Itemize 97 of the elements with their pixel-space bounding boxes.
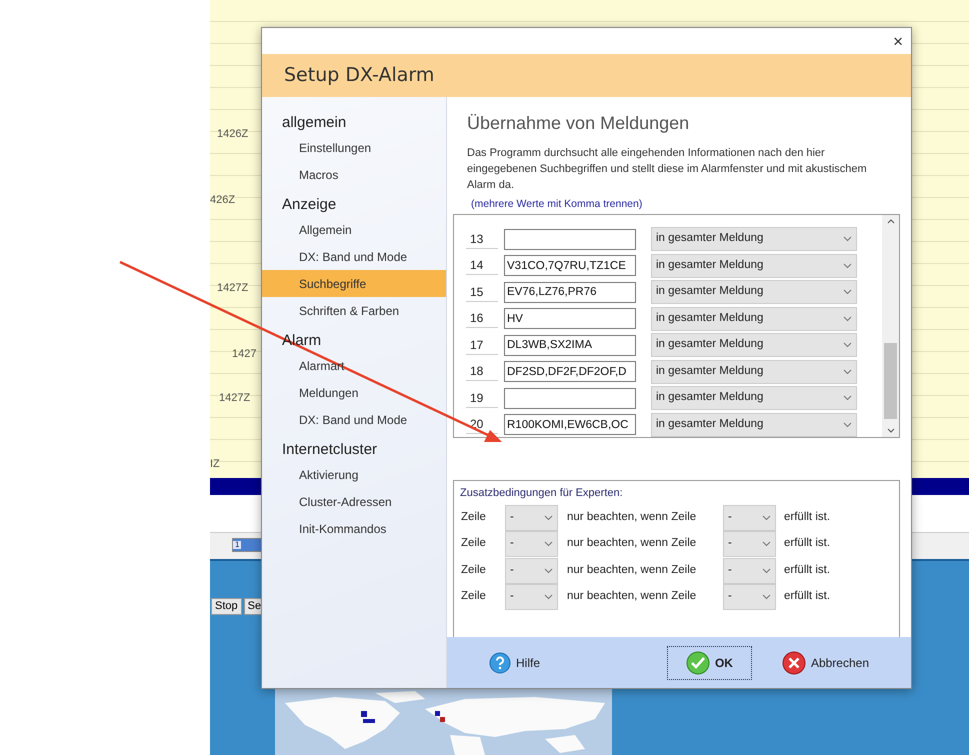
row-label: Zeile (460, 589, 487, 604)
time-text: IZ (210, 457, 220, 472)
row-label: Zeile (460, 510, 487, 525)
row-number: 19 (466, 388, 498, 408)
chevron-down-icon (843, 262, 852, 268)
close-button[interactable]: × (893, 32, 903, 50)
search-term-field[interactable] (504, 388, 636, 408)
chevron-down-icon (762, 568, 771, 574)
row-number: 18 (466, 362, 498, 381)
row-number: 14 (466, 256, 498, 275)
line-dropdown[interactable]: - (505, 558, 558, 584)
row-number: 17 (466, 336, 498, 354)
search-term-field[interactable]: DF2SD,DF2F,DF2OF,D (504, 361, 636, 382)
chevron-down-icon (544, 594, 553, 600)
chevron-down-icon (544, 541, 553, 547)
time-text: 1427Z (217, 281, 248, 296)
scope-dropdown[interactable]: in gesamter Meldung (651, 280, 857, 304)
sidebar-item[interactable]: Init-Kommandos (262, 515, 446, 542)
chevron-down-icon (843, 289, 852, 295)
scope-dropdown[interactable]: in gesamter Meldung (651, 333, 857, 357)
scroll-thumb[interactable] (884, 342, 897, 419)
row-number: 13 (466, 230, 498, 248)
chevron-down-icon (762, 594, 771, 600)
chevron-down-icon (762, 541, 771, 547)
chevron-down-icon (843, 368, 852, 374)
sidebar-item[interactable]: Schriften & Farben (262, 297, 446, 324)
search-term-field[interactable]: DL3WB,SX2IMA (504, 334, 636, 356)
close-icon (782, 650, 806, 674)
condition-text: nur beachten, wenn Zeile (567, 562, 698, 578)
chevron-down-icon (762, 514, 771, 520)
sidebar-item[interactable]: Macros (262, 161, 446, 188)
row-number: 15 (466, 282, 498, 302)
sidebar-heading: Anzeige (281, 195, 338, 215)
line-dropdown[interactable]: - (723, 558, 776, 584)
sidebar-item[interactable]: Aktivierung (262, 461, 446, 488)
scroll-down-icon[interactable] (886, 428, 894, 433)
chevron-down-icon (544, 514, 553, 520)
scope-dropdown[interactable]: in gesamter Meldung (651, 227, 857, 251)
scope-dropdown[interactable]: in gesamter Meldung (651, 306, 857, 330)
row-label: Zeile (460, 536, 487, 552)
hint-text: (mehrere Werte mit Komma trennen) (470, 197, 644, 212)
sidebar-item[interactable]: Meldungen (262, 379, 446, 406)
condition-text: nur beachten, wenn Zeile (567, 510, 698, 525)
line-dropdown[interactable]: - (723, 504, 776, 530)
description-text: Das Programm durchsucht alle eingehenden Informationen nach den hier eingegebenen Suchbegriffen und stellt diese im Alarmfenster und mit akustischem Alarm da. (466, 146, 868, 193)
sidebar-item[interactable]: Suchbegriffe (262, 270, 446, 297)
search-term-field[interactable] (504, 228, 636, 250)
scope-dropdown[interactable]: in gesamter Meldung (651, 386, 857, 410)
scope-dropdown[interactable]: in gesamter Meldung (651, 360, 857, 384)
chevron-down-icon (544, 568, 553, 574)
time-text: 1427 (232, 347, 256, 362)
dialog-title: Setup DX-Alarm (284, 63, 434, 88)
chevron-down-icon (843, 236, 852, 242)
sidebar-item[interactable]: DX: Band und Mode (262, 406, 446, 433)
chevron-down-icon (843, 422, 852, 428)
sidebar-heading: allgemein (281, 113, 348, 133)
help-button[interactable]: Hilfe (489, 652, 540, 674)
scroll-up-icon[interactable] (886, 218, 894, 224)
sidebar-item[interactable]: Einstellungen (262, 134, 446, 161)
scope-dropdown[interactable]: in gesamter Meldung (651, 254, 857, 278)
scrollbar[interactable] (882, 214, 899, 437)
help-icon (489, 652, 511, 674)
condition-text: erfüllt ist. (784, 589, 830, 604)
sidebar-heading: Internetcluster (281, 440, 378, 460)
toolbar-button[interactable]: Stop (211, 598, 242, 615)
condition-text: erfüllt ist. (784, 510, 830, 525)
condition-text: erfüllt ist. (784, 562, 830, 578)
chevron-down-icon (843, 316, 852, 322)
chevron-down-icon (843, 395, 852, 401)
sidebar-item[interactable]: Cluster-Adressen (262, 488, 446, 515)
line-dropdown[interactable]: - (505, 584, 558, 610)
section-heading: Übernahme von Meldungen (466, 112, 690, 135)
condition-text: nur beachten, wenn Zeile (567, 536, 698, 552)
scope-dropdown[interactable]: in gesamter Meldung (651, 412, 857, 436)
row-label: Zeile (460, 562, 487, 578)
sidebar-item[interactable]: DX: Band und Mode (262, 243, 446, 270)
line-dropdown[interactable]: - (723, 531, 776, 557)
chevron-down-icon (843, 342, 852, 348)
line-dropdown[interactable]: - (505, 531, 558, 557)
condition-text: nur beachten, wenn Zeile (567, 589, 698, 604)
condition-text: erfüllt ist. (784, 536, 830, 552)
checkmark-icon (686, 650, 710, 674)
time-text: 1427Z (219, 391, 250, 406)
search-term-field[interactable]: V31CO,7Q7RU,TZ1CE (504, 255, 636, 276)
line-dropdown[interactable]: - (723, 584, 776, 610)
sidebar-item[interactable]: Allgemein (262, 216, 446, 243)
expert-title: Zusatzbedingungen für Experten: (460, 486, 624, 501)
search-term-field[interactable]: EV76,LZ76,PR76 (504, 282, 636, 302)
row-number: 16 (466, 309, 498, 328)
line-dropdown[interactable]: - (505, 504, 558, 530)
time-text: 426Z (210, 193, 236, 208)
search-term-field[interactable]: R100KOMI,EW6CB,OC (504, 414, 636, 435)
cancel-button[interactable]: Abbrechen (782, 650, 869, 674)
ok-button[interactable]: OK (666, 646, 752, 680)
time-text: 1426Z (217, 127, 248, 142)
tab-label: 1 (233, 541, 242, 549)
search-term-field[interactable]: HV (504, 308, 636, 329)
